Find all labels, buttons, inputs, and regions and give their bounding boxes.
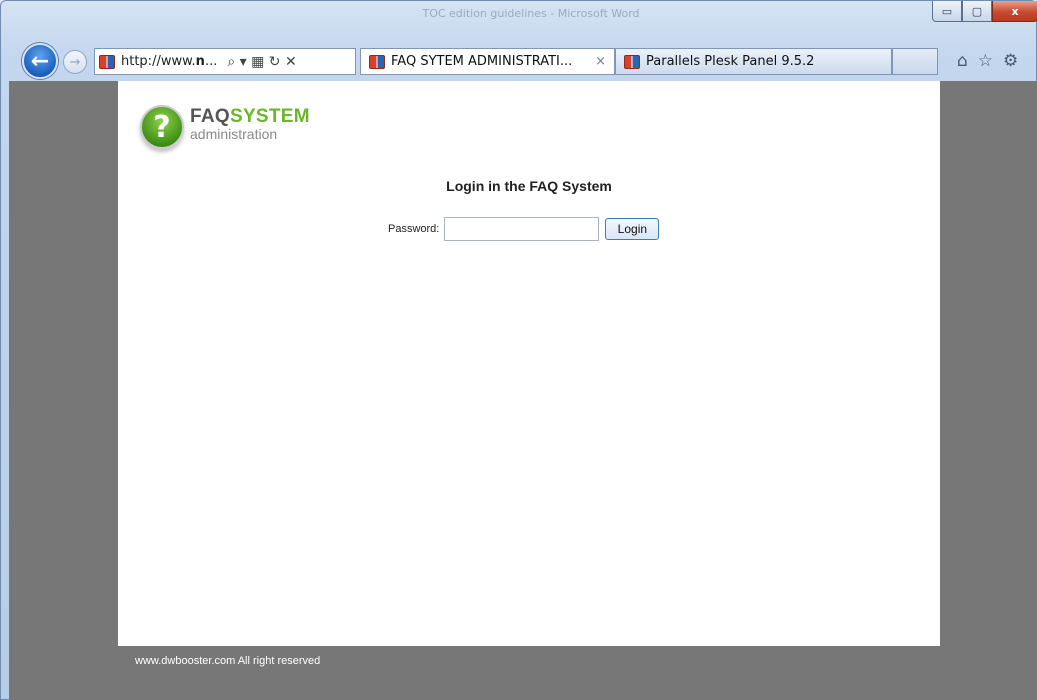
tab-favicon-icon (369, 54, 385, 69)
tab-label: Parallels Plesk Panel 9.5.2 (646, 54, 815, 69)
address-bar[interactable]: http://www.n... ⌕ ▾ ▦ ↻ ✕ (94, 48, 356, 75)
login-form: Password: Login (388, 217, 660, 241)
tab-favicon-icon (624, 54, 640, 69)
minimize-button[interactable]: ▭ (932, 1, 962, 22)
maximize-button[interactable]: ▢ (962, 1, 992, 22)
back-button[interactable]: ← (22, 43, 58, 79)
close-button[interactable]: x (992, 1, 1037, 22)
question-mark-icon: ? (140, 105, 184, 149)
password-input[interactable] (444, 217, 600, 241)
tools-gear-icon[interactable]: ⚙ (1003, 51, 1018, 71)
window-controls: ▭ ▢ x (932, 1, 1037, 23)
tab-close-icon[interactable]: × (595, 54, 606, 69)
address-tools-icons[interactable]: ⌕ ▾ ▦ ↻ ✕ (227, 54, 296, 70)
home-icon[interactable]: ⌂ (957, 51, 968, 71)
page-viewport: ? FAQSYSTEM administration Login in the … (9, 81, 1037, 700)
page-content: ? FAQSYSTEM administration Login in the … (118, 81, 940, 646)
browser-tools: ⌂ ☆ ⚙ (957, 51, 1018, 71)
tab-label: FAQ SYTEM ADMINISTRATI... (391, 54, 573, 69)
browser-window: TOC edition guidelines - Microsoft Word … (0, 0, 1037, 700)
faq-system-logo: ? FAQSYSTEM administration (140, 105, 310, 149)
page-title: Login in the FAQ System (446, 178, 612, 194)
tab-plesk-panel[interactable]: Parallels Plesk Panel 9.5.2 (615, 48, 892, 75)
logo-subtitle: administration (190, 126, 278, 142)
title-bar: TOC edition guidelines - Microsoft Word … (1, 1, 1037, 35)
logo-title: FAQSYSTEM (190, 106, 310, 127)
navigation-bar: ← → http://www.n... ⌕ ▾ ▦ ↻ ✕ FAQ SYTEM … (1, 41, 1037, 79)
password-label: Password: (388, 223, 440, 235)
address-url: http://www.n... (121, 54, 218, 69)
forward-button[interactable]: → (63, 50, 87, 74)
tab-faq-system[interactable]: FAQ SYTEM ADMINISTRATI... × (360, 48, 615, 75)
new-tab-button[interactable] (892, 48, 938, 75)
logo-text: FAQSYSTEM administration (190, 107, 310, 141)
favorites-star-icon[interactable]: ☆ (978, 51, 993, 71)
login-button[interactable]: Login (605, 218, 660, 240)
window-title: TOC edition guidelines - Microsoft Word (422, 7, 640, 20)
site-favicon-icon (99, 54, 115, 69)
footer-text: www.dwbooster.com All right reserved (135, 655, 321, 667)
